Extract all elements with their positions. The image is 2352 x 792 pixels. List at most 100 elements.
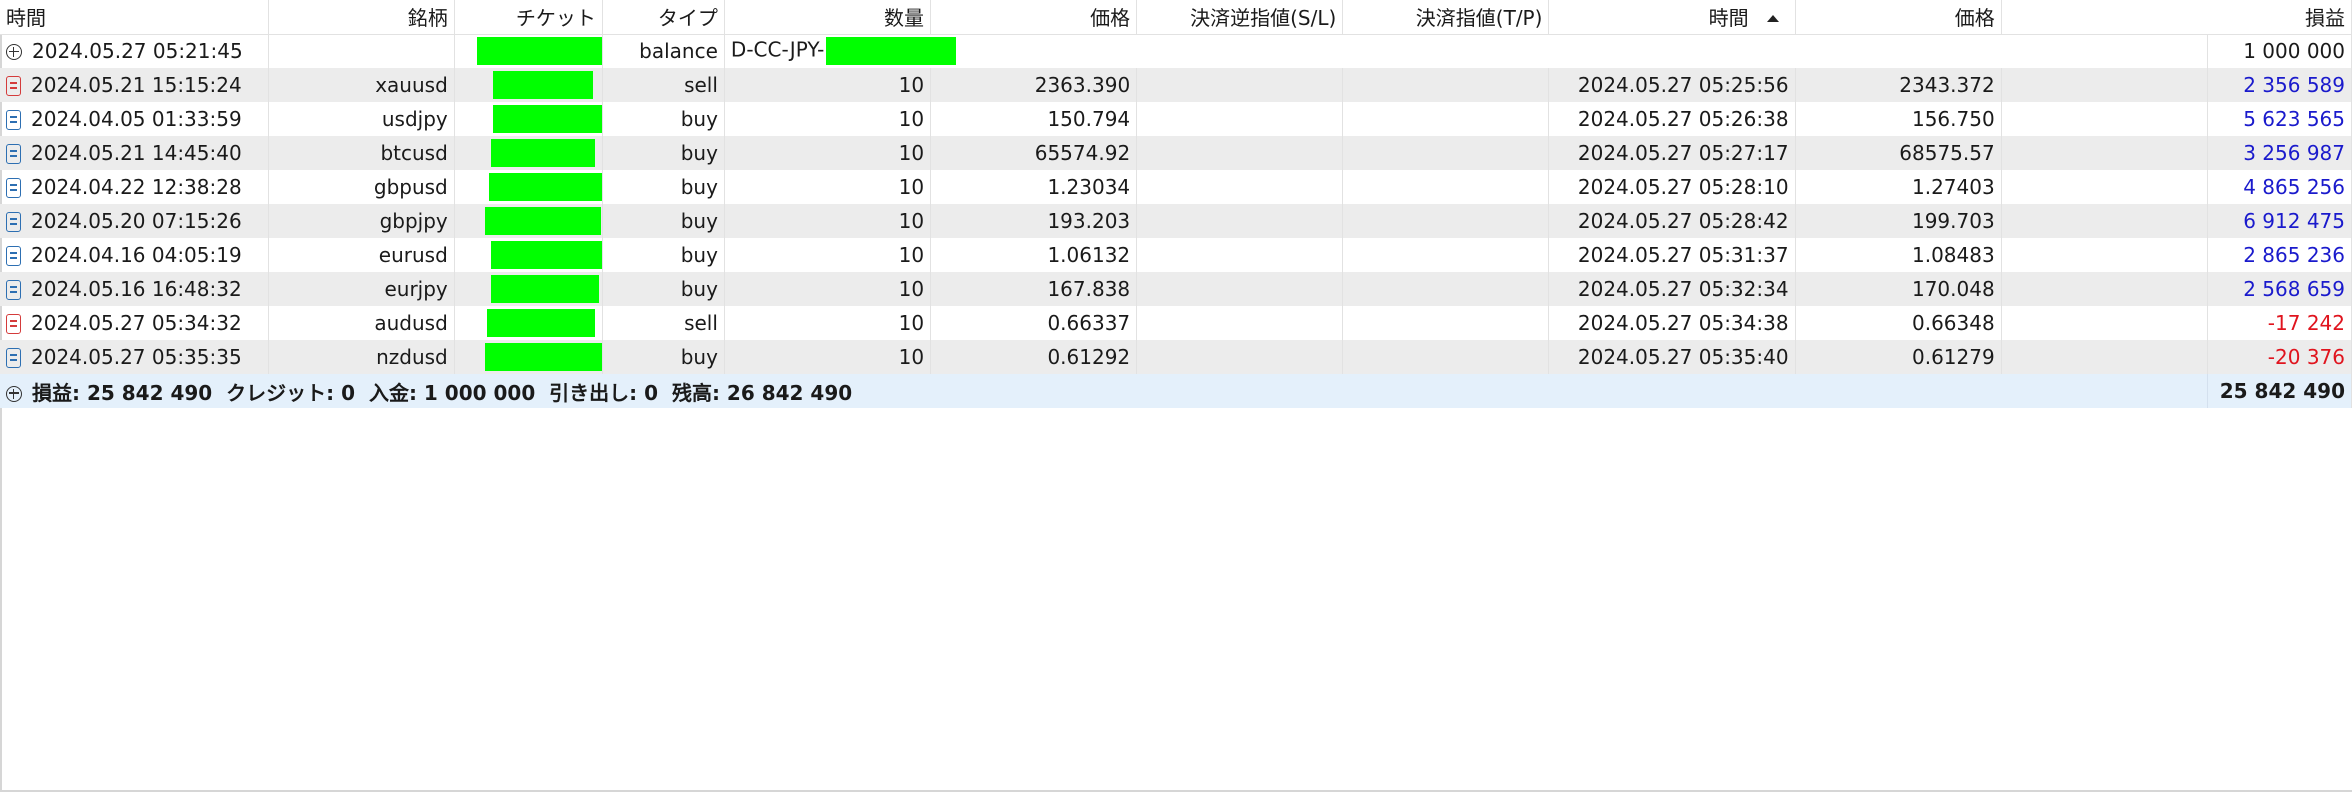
balance-profit: 1 000 000 [2206, 34, 2352, 68]
deal-symbol: gbpjpy [268, 204, 455, 238]
deal-sl [1136, 272, 1344, 306]
col-header-price[interactable]: 価格 [930, 0, 1138, 35]
col-header-close-time[interactable]: 時間 [1548, 0, 1796, 35]
add-circle-icon[interactable] [6, 44, 22, 61]
deal-open-time: 2024.04.16 04:05:19 [31, 243, 242, 267]
deal-row[interactable]: 2024.05.21 14:45:40 btcusd buy 10 65574.92 20… [0, 136, 2352, 170]
deal-ticket-cell [454, 102, 603, 136]
deal-open-price: 65574.92 [930, 136, 1138, 170]
deal-row[interactable]: 2024.05.27 05:34:32 audusd sell 10 0.66337 20… [0, 306, 2352, 340]
deal-open-time: 2024.05.16 16:48:32 [31, 277, 242, 301]
deal-tp [1342, 102, 1550, 136]
deal-row[interactable]: 2024.05.21 15:15:24 xauusd sell 10 2363.390 2… [0, 68, 2352, 102]
deal-tp [1342, 272, 1550, 306]
col-header-sl[interactable]: 決済逆指値(S/L) [1136, 0, 1344, 35]
deal-volume: 10 [724, 238, 932, 272]
deal-time-cell: 2024.04.22 12:38:28 [0, 170, 269, 204]
redaction-mask [490, 241, 602, 269]
add-circle-icon[interactable] [6, 385, 22, 402]
deal-close-price: 1.08483 [1795, 238, 2002, 272]
deal-symbol: audusd [268, 306, 455, 340]
deal-tp [1342, 136, 1550, 170]
deal-type: buy [602, 238, 725, 272]
deal-type: buy [602, 102, 725, 136]
redaction-mask [490, 275, 599, 303]
col-header-ticket[interactable]: チケット [454, 0, 603, 35]
deal-buy-icon [6, 348, 21, 368]
deal-row[interactable]: 2024.04.22 12:38:28 gbpusd buy 10 1.23034 202… [0, 170, 2352, 204]
deal-spacer [2001, 136, 2208, 170]
deal-symbol: xauusd [268, 68, 455, 102]
deal-close-time: 2024.05.27 05:28:42 [1548, 204, 1796, 238]
balance-time-cell: 2024.05.27 05:21:45 [0, 34, 269, 68]
col-header-close-price[interactable]: 価格 [1795, 0, 2002, 35]
deal-open-price: 2363.390 [930, 68, 1138, 102]
deal-profit: 5 623 565 [2206, 102, 2352, 136]
col-header-symbol[interactable]: 銘柄 [268, 0, 455, 35]
deal-volume: 10 [724, 170, 932, 204]
deal-volume: 10 [724, 102, 932, 136]
deal-close-price: 199.703 [1795, 204, 2002, 238]
deal-volume: 10 [724, 68, 932, 102]
deal-close-time: 2024.05.27 05:26:38 [1548, 102, 1796, 136]
deal-close-time: 2024.05.27 05:31:37 [1548, 238, 1796, 272]
deal-open-time: 2024.04.22 12:38:28 [31, 175, 242, 199]
deal-symbol: btcusd [268, 136, 455, 170]
deal-ticket-cell [454, 238, 603, 272]
deal-time-cell: 2024.05.21 14:45:40 [0, 136, 269, 170]
deal-row[interactable]: 2024.04.16 04:05:19 eurusd buy 10 1.06132 202… [0, 238, 2352, 272]
col-header-tp[interactable]: 決済指値(T/P) [1342, 0, 1550, 35]
deal-open-price: 1.06132 [930, 238, 1138, 272]
deal-ticket-cell [454, 272, 603, 306]
deal-type: buy [602, 272, 725, 306]
summary-row[interactable]: 損益: 25 842 490 クレジット: 0 入金: 1 000 000 引き… [0, 374, 2352, 408]
deal-open-price: 150.794 [930, 102, 1138, 136]
deal-spacer [2001, 68, 2208, 102]
deal-tp [1342, 306, 1550, 340]
deal-time-cell: 2024.05.27 05:34:32 [0, 306, 269, 340]
deal-spacer [2001, 306, 2207, 340]
deal-row[interactable]: 2024.05.20 07:15:26 gbpjpy buy 10 193.203 202… [0, 204, 2352, 238]
deal-profit: -17 242 [2206, 306, 2352, 340]
deal-ticket-cell [454, 204, 603, 238]
deal-sl [1136, 306, 1344, 340]
deal-spacer [2001, 340, 2208, 374]
deal-open-time: 2024.05.21 15:15:24 [31, 73, 242, 97]
deal-buy-icon [6, 144, 21, 164]
deal-spacer [2001, 204, 2208, 238]
deal-close-price: 0.66348 [1795, 306, 2002, 340]
deal-time-cell: 2024.05.20 07:15:26 [0, 204, 269, 238]
deal-ticket-cell [454, 170, 603, 204]
col-header-profit[interactable]: 損益 [2207, 0, 2352, 35]
deal-row[interactable]: 2024.05.27 05:35:35 nzdusd buy 10 0.61292 202… [0, 340, 2352, 374]
deal-spacer [2001, 170, 2207, 204]
deal-open-time: 2024.05.20 07:15:26 [31, 209, 242, 233]
deal-sl [1136, 340, 1344, 374]
col-header-type[interactable]: タイプ [602, 0, 725, 35]
deal-row[interactable]: 2024.05.16 16:48:32 eurjpy buy 10 167.838 202… [0, 272, 2352, 306]
deal-sl [1136, 204, 1344, 238]
deal-volume: 10 [724, 136, 932, 170]
balance-type: balance [602, 34, 725, 68]
deal-type: buy [602, 136, 725, 170]
deal-row[interactable]: 2024.04.05 01:33:59 usdjpy buy 10 150.794 202… [0, 102, 2352, 136]
col-header-close-time-label: 時間 [1708, 6, 1749, 31]
deal-time-cell: 2024.05.21 15:15:24 [0, 68, 269, 102]
col-header-volume[interactable]: 数量 [724, 0, 932, 35]
redaction-mask [486, 309, 595, 337]
deal-profit: -20 376 [2206, 340, 2352, 374]
redaction-mask [490, 139, 595, 167]
deal-volume: 10 [724, 272, 932, 306]
deal-ticket-cell [454, 136, 603, 170]
deal-buy-icon [6, 212, 21, 232]
deal-sl [1136, 238, 1344, 272]
balance-row[interactable]: 2024.05.27 05:21:45 balance D-CC-JPY- 1 … [0, 34, 2352, 68]
deal-tp [1342, 170, 1550, 204]
deal-type: sell [602, 306, 725, 340]
deal-ticket-cell [454, 340, 603, 374]
deal-tp [1342, 238, 1550, 272]
col-header-time[interactable]: 時間 [0, 0, 269, 35]
deal-buy-icon [6, 246, 21, 266]
deal-type: buy [602, 204, 725, 238]
deal-open-time: 2024.05.21 14:45:40 [31, 141, 242, 165]
